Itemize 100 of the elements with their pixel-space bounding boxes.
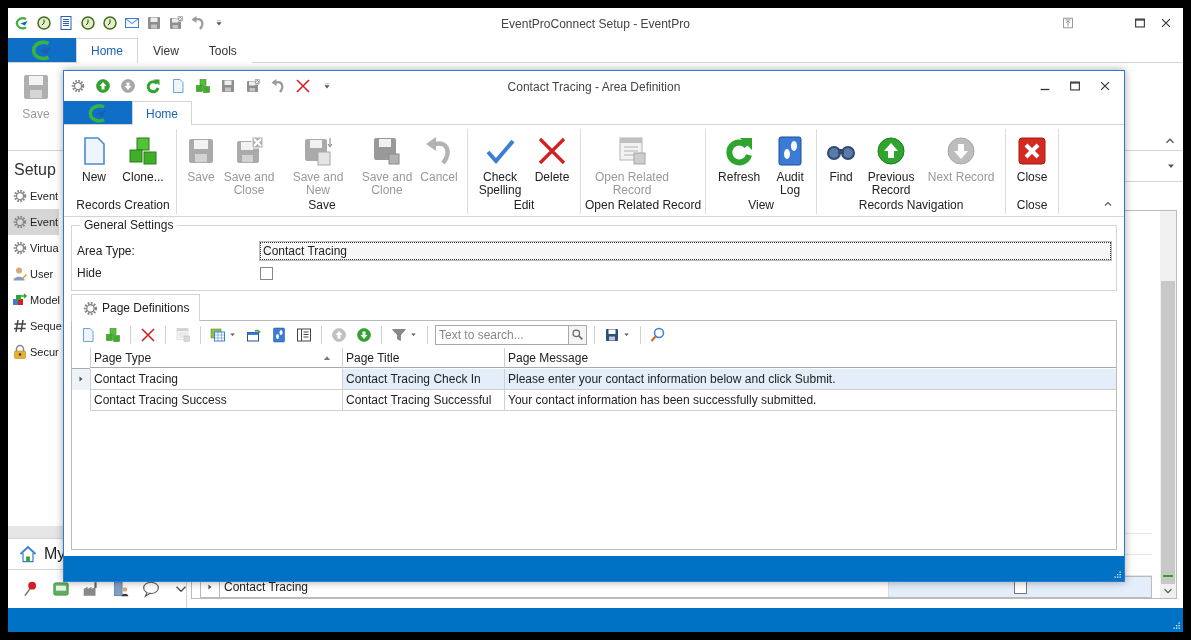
- factory-icon[interactable]: [82, 580, 100, 598]
- ribbon-button[interactable]: Audit Log: [768, 135, 813, 197]
- table-cell: Contact Tracing Check In: [342, 369, 504, 390]
- table-cell: Contact Tracing: [90, 369, 342, 390]
- gear-icon[interactable]: [70, 78, 86, 94]
- floppy-disk-x-icon[interactable]: [245, 78, 261, 94]
- group-label: Records Creation: [75, 198, 171, 214]
- nav-item[interactable]: User: [8, 261, 55, 287]
- delete-icon: [140, 326, 156, 343]
- nav-item[interactable]: Event: [8, 209, 60, 235]
- nav-item[interactable]: Secur: [8, 339, 60, 365]
- window-title: Contact Tracing - Area Definition: [507, 80, 681, 94]
- undo-icon[interactable]: [190, 15, 206, 31]
- column-header[interactable]: Page Type: [90, 348, 342, 368]
- table-cell: Please enter your contact information below and click Submit.: [504, 369, 1116, 390]
- filter-icon: [391, 326, 407, 343]
- table-cell: Contact Tracing Success: [90, 390, 342, 411]
- group-label: Edit: [512, 198, 536, 214]
- row-indicator[interactable]: [72, 369, 90, 390]
- resize-grip-icon[interactable]: [1112, 569, 1122, 579]
- table-cell: Your contact information has been successfully submitted.: [504, 390, 1116, 411]
- close-icon[interactable]: [1098, 79, 1112, 93]
- group-label: Close: [1015, 198, 1049, 214]
- ribbon-button[interactable]: Delete: [528, 135, 576, 184]
- magnifier-icon: [650, 326, 666, 343]
- building-person-icon[interactable]: [112, 580, 130, 598]
- caret-down-icon: [622, 330, 631, 339]
- field-label: Hide: [77, 266, 103, 280]
- field-label: Area Type:: [77, 244, 136, 258]
- group-label: Open Related Record: [585, 198, 702, 214]
- ribbon-button[interactable]: Check Spelling: [472, 135, 528, 197]
- nav-item[interactable]: Event: [8, 183, 60, 209]
- caret-down-icon: [409, 330, 418, 339]
- nav-item[interactable]: Model: [8, 287, 61, 313]
- clock-icon[interactable]: [36, 15, 52, 31]
- floppy-disk-page-icon: [302, 135, 334, 167]
- tab[interactable]: Page Definitions: [71, 294, 201, 321]
- scrollbar[interactable]: [1160, 211, 1176, 598]
- cubes-icon: [105, 326, 121, 343]
- ribbon-button[interactable]: New: [74, 135, 114, 184]
- down-arrow-circle-icon[interactable]: [120, 78, 136, 94]
- ribbon-button[interactable]: Refresh: [710, 135, 769, 184]
- page-icon[interactable]: [170, 78, 186, 94]
- close-icon[interactable]: [1159, 16, 1173, 30]
- page-icon: [80, 326, 96, 343]
- ribbon-button[interactable]: Previous Record: [861, 135, 922, 197]
- clock-icon[interactable]: [102, 15, 118, 31]
- document-icon[interactable]: [58, 15, 74, 31]
- logo-icon[interactable]: [14, 15, 30, 31]
- group-label: Save: [307, 198, 337, 214]
- document-icon: [175, 326, 191, 343]
- maximize-icon[interactable]: [1133, 16, 1147, 30]
- text-field[interactable]: Contact Tracing: [260, 242, 1111, 260]
- board-icon[interactable]: [52, 580, 70, 598]
- group-label: View: [747, 198, 775, 214]
- search-field[interactable]: Text to search...: [435, 324, 587, 345]
- envelope-icon[interactable]: [124, 15, 140, 31]
- gear-icon: [12, 240, 28, 256]
- gear-icon: [12, 188, 28, 204]
- checkbox[interactable]: [260, 266, 273, 280]
- clock-icon[interactable]: [80, 15, 96, 31]
- speech-bubble-icon[interactable]: [142, 580, 160, 598]
- column-header[interactable]: Page Title: [342, 348, 504, 368]
- group-label: Records Navigation: [857, 198, 965, 214]
- floppy-disk-x-icon[interactable]: [168, 15, 184, 31]
- ribbon-button[interactable]: Close: [1010, 135, 1055, 184]
- maximize-icon[interactable]: [1068, 79, 1082, 93]
- gear-icon: [82, 299, 99, 317]
- table-icon: [210, 326, 226, 343]
- down-arrow-circle-icon: [945, 135, 978, 167]
- house-icon: [18, 544, 38, 564]
- undo-icon[interactable]: [270, 78, 286, 94]
- up-arrow-circle-icon: [875, 135, 908, 167]
- app-menu-button[interactable]: [64, 101, 132, 124]
- caret-down-icon: [228, 330, 237, 339]
- gear-icon: [12, 214, 28, 230]
- hash-icon: [12, 318, 28, 334]
- nav-item[interactable]: Virtua: [8, 235, 60, 261]
- column-header[interactable]: Page Message: [504, 348, 1116, 368]
- grip-icon: [1163, 574, 1173, 578]
- app-menu-button[interactable]: [8, 38, 76, 62]
- nav-item[interactable]: Seque: [8, 313, 63, 339]
- close-icon: [1016, 135, 1049, 167]
- ribbon-tab[interactable]: Home: [132, 101, 192, 125]
- ribbon-button[interactable]: Find: [821, 135, 862, 184]
- window-title: EventProConnect Setup - EventPro: [501, 17, 690, 31]
- group-title: General Settings: [80, 218, 178, 232]
- ribbon-button[interactable]: Clone...: [114, 135, 172, 184]
- refresh-icon[interactable]: [145, 78, 161, 94]
- person-icon: [12, 266, 28, 282]
- ribbon-tab[interactable]: Home: [76, 38, 138, 63]
- restore-icon[interactable]: [1061, 16, 1075, 30]
- up-arrow-circle-icon: [331, 326, 347, 343]
- padlock-icon: [12, 344, 28, 360]
- delete-icon: [536, 135, 568, 167]
- cubes-icon[interactable]: [195, 78, 211, 94]
- search-button[interactable]: [568, 325, 586, 344]
- resize-grip-icon[interactable]: [1171, 620, 1181, 630]
- up-arrow-circle-icon[interactable]: [95, 78, 111, 94]
- delete-icon[interactable]: [295, 78, 311, 94]
